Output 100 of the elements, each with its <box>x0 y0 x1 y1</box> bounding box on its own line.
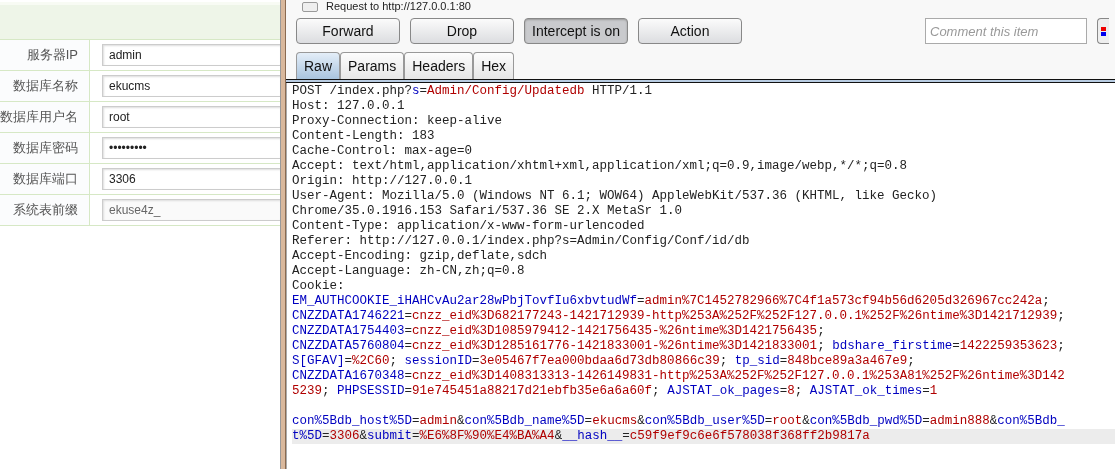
comment-field[interactable]: Comment this item <box>925 18 1087 44</box>
param-value: admin%7C1452782966%7C4f1a573cf94b56d6205d326967cc242a <box>644 294 1043 308</box>
param-value: 91e745451a88217d21ebfb35e6a6a60f <box>412 384 653 398</box>
code-text: ; <box>817 324 825 338</box>
param-name: AJSTAT_ok_times <box>809 384 923 398</box>
code-text: & <box>802 414 810 428</box>
toolbar-button[interactable]: Intercept is on <box>524 18 628 44</box>
code-text: & <box>637 414 645 428</box>
code-text: = <box>412 414 420 428</box>
param-value: 8 <box>787 384 795 398</box>
toolbar-button[interactable]: Drop <box>410 18 514 44</box>
code-text: Cache-Control: max-age=0 <box>292 144 473 158</box>
code-text: = <box>922 414 930 428</box>
param-name: con%5Bdb_ <box>997 414 1065 428</box>
param-value: 3e05467f7ea000bdaa6d73db80866c39 <box>479 354 720 368</box>
param-name: con%5Bdb_host%5D <box>292 414 413 428</box>
code-text: ; <box>719 354 729 368</box>
param-value: Admin/Config/Updatedb <box>427 84 585 98</box>
code-text: ; <box>817 339 826 353</box>
window-title: Request to http://127.0.0.1:80 <box>326 0 471 13</box>
param-value: 5239 <box>292 384 322 398</box>
code-text: & <box>554 429 563 443</box>
code-text: = <box>952 339 960 353</box>
code-text: ; <box>794 384 804 398</box>
tab[interactable]: Hex <box>473 52 515 79</box>
code-text: = <box>404 309 413 323</box>
param-name: t%5D <box>292 429 322 443</box>
code-text: = <box>584 414 593 428</box>
param-value: 1 <box>929 384 938 398</box>
param-name: s <box>412 84 420 98</box>
param-name: CNZZDATA5760804 <box>292 339 405 353</box>
code-text: Proxy-Connection: keep-alive <box>292 114 503 128</box>
field-label: 数据库密码 <box>13 139 78 158</box>
toolbar-button[interactable]: Forward <box>296 18 400 44</box>
code-text: Accept-Encoding: gzip,deflate,sdch <box>292 249 548 263</box>
text-field[interactable]: admin <box>102 44 280 66</box>
code-text: = <box>472 354 480 368</box>
code-text: = <box>404 384 413 398</box>
code-text: ; <box>1057 339 1065 353</box>
code-text: Accept-Language: zh-CN,zh;q=0.8 <box>292 264 525 278</box>
param-name: sessionID <box>404 354 473 368</box>
param-value: cnzz_eid%3D1085979412-1421756435-%26ntime%3D1421756435 <box>412 324 818 338</box>
code-text: & <box>457 414 465 428</box>
code-text: Content-Type: application/x-www-form-urlencoded <box>292 219 645 233</box>
param-name: con%5Bdb_user%5D <box>644 414 765 428</box>
tab[interactable]: Raw <box>296 52 340 79</box>
field-label: 数据库用户名 <box>0 108 78 127</box>
code-text: = <box>764 414 773 428</box>
code-text: Accept: text/html,application/xhtml+xml,application/xml;q=0.9,image/webp,*/*;q=0.8 <box>292 159 908 173</box>
code-text: ; <box>1042 294 1050 308</box>
param-value: cnzz_eid%3D1285161776-1421833001-%26ntime%3D1421833001 <box>412 339 818 353</box>
param-value: admin <box>419 414 458 428</box>
code-text: & <box>989 414 998 428</box>
code-text: = <box>922 384 930 398</box>
code-text: = <box>344 354 353 368</box>
param-value: cnzz_eid%3D682177243-1421712939-http%253A%252F%252F127.0.0.1%252F%26ntime%3D1421712939 <box>412 309 1058 323</box>
request-editor[interactable] <box>286 83 1115 469</box>
code-text: Content-Length: 183 <box>292 129 435 143</box>
field-label: 系统表前缀 <box>13 201 78 220</box>
code-text: ; <box>907 354 915 368</box>
tab[interactable]: Params <box>340 52 405 79</box>
param-value: admin888 <box>929 414 990 428</box>
param-value: 848bce89a3a467e9 <box>787 354 908 368</box>
code-text: Cookie: <box>292 279 345 293</box>
code-text: = <box>322 429 330 443</box>
param-value: %E6%8F%90%E4%BA%A4 <box>419 429 555 443</box>
field-label: 数据库名称 <box>13 77 78 96</box>
text-field[interactable]: ekucms <box>102 75 280 97</box>
param-name: CNZZDATA1754403 <box>292 324 405 338</box>
code-text: ; <box>1057 309 1065 323</box>
code-text: = <box>419 84 428 98</box>
param-value: %2C60 <box>352 354 390 368</box>
tab[interactable]: Headers <box>404 52 474 79</box>
code-text: = <box>779 384 788 398</box>
code-text: POST /index.php? <box>292 84 413 98</box>
code-text: Referer: http://127.0.0.1/index.php?s=Admin/Config/Conf/id/db <box>292 234 750 248</box>
param-name: CNZZDATA1746221 <box>292 309 405 323</box>
code-text: = <box>404 339 413 353</box>
code-text: ; <box>652 384 661 398</box>
text-field[interactable]: 3306 <box>102 168 280 190</box>
param-name: con%5Bdb_pwd%5D <box>809 414 923 428</box>
color-picker-button[interactable] <box>1097 18 1109 44</box>
param-name: AJSTAT_ok_pages <box>667 384 780 398</box>
toolbar-button[interactable]: Action <box>638 18 742 44</box>
text-field[interactable]: root <box>102 106 280 128</box>
text-field[interactable]: ••••••••• <box>102 137 280 159</box>
code-text: & <box>359 429 368 443</box>
code-text: ; <box>389 354 399 368</box>
param-name: con%5Bdb_name%5D <box>464 414 585 428</box>
param-name: submit <box>367 429 413 443</box>
param-value: 1422259353623 <box>959 339 1058 353</box>
param-name: __hash__ <box>562 429 623 443</box>
field-label: 服务器IP <box>26 46 78 65</box>
param-name: PHPSESSID <box>337 384 405 398</box>
param-value: ekucms <box>592 414 638 428</box>
field-label: 数据库端口 <box>13 170 78 189</box>
code-text: Host: 127.0.0.1 <box>292 99 405 113</box>
code-text: = <box>637 294 645 308</box>
param-value: cnzz_eid%3D1408313313-1426149831-http%253A%252F%252F127.0.0.1%253A81%252F%26ntime%3D142 <box>412 369 1065 383</box>
code-text: Origin: http://127.0.0.1 <box>292 174 473 188</box>
